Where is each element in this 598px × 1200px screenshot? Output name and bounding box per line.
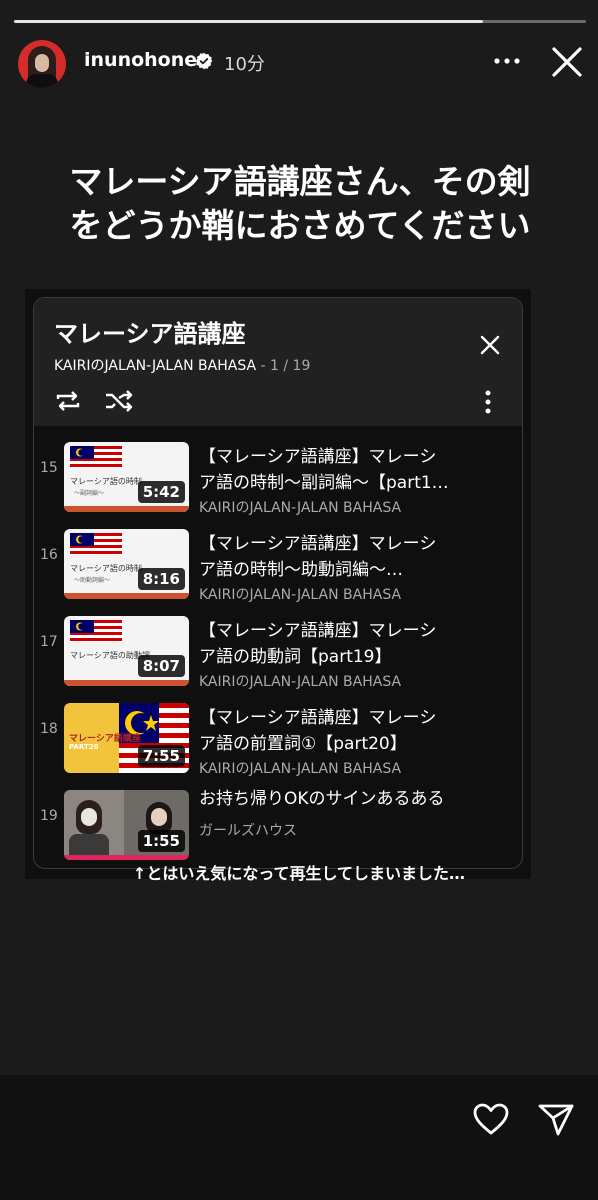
- video-thumbnail[interactable]: マレーシア語の時制 〜助動詞編〜 8:16: [64, 529, 189, 599]
- loop-icon[interactable]: [54, 387, 82, 415]
- send-icon[interactable]: [537, 1102, 575, 1138]
- thumbnail-subtitle: 〜副詞編〜: [74, 490, 105, 497]
- video-title-line-1: 【マレーシア語講座】マレーシ: [199, 621, 437, 641]
- video-duration: 1:55: [137, 830, 185, 852]
- video-duration: 7:55: [137, 745, 185, 767]
- playlist-item[interactable]: 16 マレーシア語の時制 〜助動詞編〜 8:16 【マレーシア語講座】マレーシ …: [34, 517, 522, 603]
- playlist-channel[interactable]: KAIRIのJALAN-JALAN BAHASA: [54, 358, 256, 374]
- video-title-line-2: ア語の時制〜助動詞編〜…: [199, 560, 403, 580]
- video-title[interactable]: 【マレーシア語講座】マレーシ ア語の前置詞①【part20】: [199, 705, 509, 757]
- video-title-line-1: 【マレーシア語講座】マレーシ: [199, 447, 437, 467]
- playlist-subtitle: KAIRIのJALAN-JALAN BAHASA - 1 / 19: [54, 355, 310, 375]
- avatar-face: [35, 54, 49, 72]
- video-thumbnail[interactable]: マレーシア語講座 PART20 7:55: [64, 703, 189, 773]
- video-title[interactable]: 【マレーシア語講座】マレーシ ア語の時制〜副詞編〜【part1…: [199, 444, 509, 496]
- video-title[interactable]: 【マレーシア語講座】マレーシ ア語の助動詞【part19】: [199, 618, 509, 670]
- playlist-item[interactable]: 17 マレーシア語の助動詞 8:07 【マレーシア語講座】マレーシ ア語の助動詞…: [34, 604, 522, 690]
- playlist-title: マレーシア語講座: [54, 320, 246, 348]
- malaysia-flag-icon: [70, 620, 122, 642]
- more-horizontal-icon[interactable]: [494, 54, 520, 68]
- playlist-close-icon[interactable]: [478, 333, 502, 357]
- kebab-menu-icon[interactable]: [481, 389, 495, 415]
- video-channel: ガールズハウス: [199, 823, 297, 839]
- reply-bar: [0, 1075, 598, 1200]
- verified-badge-icon: [195, 52, 213, 70]
- shuffle-icon[interactable]: [104, 387, 134, 415]
- video-title-line-1: お持ち帰りOKのサインあるある: [199, 789, 445, 809]
- thumbnail-watched-bar: [64, 680, 189, 686]
- username[interactable]: inunohone: [84, 49, 197, 71]
- story-progress-track: [14, 20, 586, 23]
- video-channel: KAIRIのJALAN-JALAN BAHASA: [199, 500, 402, 516]
- thumbnail-face-2: [151, 808, 167, 826]
- thumbnail-subtitle: 〜助動詞編〜: [74, 577, 111, 584]
- post-time: 10分: [224, 54, 265, 75]
- thumbnail-title: マレーシア語の時制: [70, 564, 142, 573]
- thumbnail-watched-bar: [64, 593, 189, 599]
- malaysia-flag-icon: [70, 446, 122, 468]
- thumbnail-watched-bar: [64, 506, 189, 512]
- video-thumbnail[interactable]: マレーシア語の時制 〜副詞編〜 5:42: [64, 442, 189, 512]
- video-title-line-1: 【マレーシア語講座】マレーシ: [199, 534, 437, 554]
- story-caption: マレーシア語講座さん、その剣 をどうか鞘におさめてください: [20, 160, 580, 248]
- video-channel: KAIRIのJALAN-JALAN BAHASA: [199, 674, 402, 690]
- video-duration: 8:07: [137, 655, 185, 677]
- malaysia-flag-icon: [70, 533, 122, 555]
- caption-line-1: マレーシア語講座さん、その剣: [69, 162, 531, 201]
- video-channel: KAIRIのJALAN-JALAN BAHASA: [199, 587, 402, 603]
- playlist-count: - 1 / 19: [256, 358, 311, 374]
- story-bottom-text: ↑とはいえ気になって再生してしまいました…: [132, 864, 466, 883]
- story-progress-fill: [14, 20, 484, 23]
- thumbnail-subtitle: PART20: [69, 743, 99, 751]
- video-title-line-2: ア語の時制〜副詞編〜【part1…: [199, 473, 449, 493]
- video-title[interactable]: お持ち帰りOKのサインあるある: [199, 786, 509, 812]
- close-icon[interactable]: [550, 45, 584, 79]
- video-channel: KAIRIのJALAN-JALAN BAHASA: [199, 761, 402, 777]
- heart-icon[interactable]: [472, 1102, 510, 1136]
- avatar[interactable]: [18, 40, 66, 88]
- video-duration: 8:16: [137, 568, 185, 590]
- video-title[interactable]: 【マレーシア語講座】マレーシ ア語の時制〜助動詞編〜…: [199, 531, 509, 583]
- video-duration: 5:42: [137, 481, 185, 503]
- video-thumbnail[interactable]: 1:55: [64, 790, 189, 860]
- video-title-line-1: 【マレーシア語講座】マレーシ: [199, 708, 437, 728]
- thumbnail-face-mask-1: [81, 808, 97, 826]
- avatar-suit: [26, 74, 58, 88]
- playlist-item[interactable]: 18 マレーシア語講座 PART20 7:55 【マレーシア語講座】マレーシ ア…: [34, 691, 522, 777]
- playlist-item[interactable]: 15 マレーシア語の時制 〜副詞編〜 5:42 【マレーシア語講座】マレーシ ア…: [34, 430, 522, 516]
- thumbnail-title: マレーシア語の時制: [70, 477, 142, 486]
- item-index: 18: [40, 721, 58, 737]
- item-index: 19: [40, 808, 58, 824]
- item-index: 15: [40, 460, 58, 476]
- playlist-item[interactable]: 19 1:55 お持ち帰りOKのサインあるある ガールズハウス: [34, 778, 522, 864]
- item-index: 16: [40, 547, 58, 563]
- video-title-line-2: ア語の助動詞【part19】: [199, 647, 392, 667]
- playlist-header: マレーシア語講座 KAIRIのJALAN-JALAN BAHASA - 1 / …: [34, 298, 522, 426]
- video-title-line-2: ア語の前置詞①【part20】: [199, 734, 407, 754]
- item-index: 17: [40, 634, 58, 650]
- caption-line-2: をどうか鞘におさめてください: [69, 206, 531, 245]
- playlist-panel: マレーシア語講座 KAIRIのJALAN-JALAN BAHASA - 1 / …: [33, 297, 523, 869]
- video-thumbnail[interactable]: マレーシア語の助動詞 8:07: [64, 616, 189, 686]
